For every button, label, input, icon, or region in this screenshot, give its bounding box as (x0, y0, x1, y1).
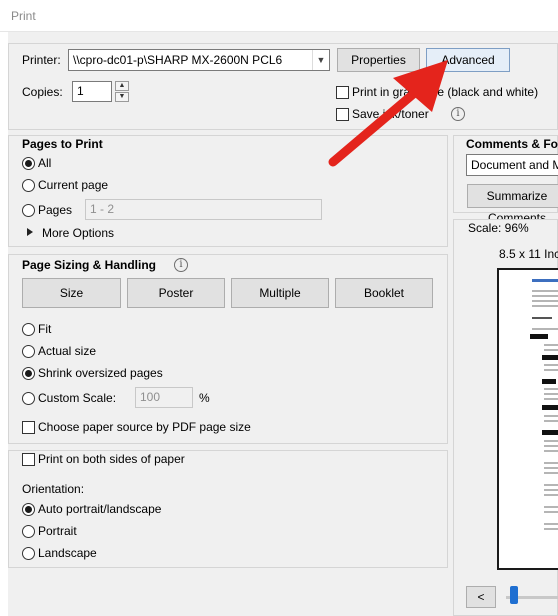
annotation-arrow (328, 60, 448, 167)
arrow-shaft (328, 85, 423, 167)
